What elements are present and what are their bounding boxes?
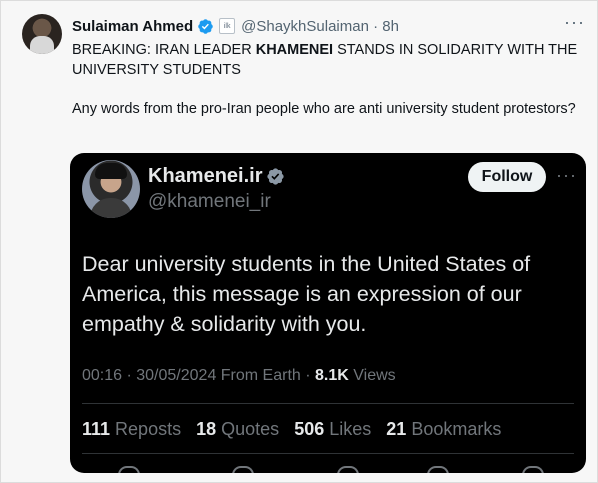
quote-author-name-row: Khamenei.ir (148, 165, 285, 188)
quote-verified-badge-icon (266, 167, 285, 186)
quote-meta: 00:16 · 30/05/2024 From Earth · 8.1K Vie… (82, 367, 396, 385)
stat-likes-label: Likes (324, 419, 372, 439)
stat-reposts[interactable]: 111 Reposts (82, 419, 181, 439)
stat-bookmarks-label: Bookmarks (406, 419, 502, 439)
quote-author-handle[interactable]: @khamenei_ir (148, 191, 271, 213)
quote-timestamp[interactable]: 00:16 · 30/05/2024 From Earth · (82, 367, 315, 384)
author-name[interactable]: Sulaiman Ahmed (72, 18, 193, 35)
stat-quotes[interactable]: 18 Quotes (196, 419, 279, 439)
tweet-text-prefix: BREAKING: IRAN LEADER (72, 42, 256, 58)
tweet-text-bold: KHAMENEI (255, 42, 334, 58)
author-handle-time[interactable]: @ShaykhSulaiman · 8h (241, 18, 399, 35)
stat-reposts-count: 111 (82, 419, 111, 439)
quote-author-name[interactable]: Khamenei.ir (148, 165, 262, 188)
quote-body-text: Dear university students in the United S… (82, 252, 531, 336)
meta-divider (82, 403, 574, 404)
share-icon[interactable] (522, 466, 544, 473)
quote-more-options-icon[interactable]: ··· (556, 166, 577, 184)
tweet-paragraph-2: Any words from the pro-Iran people who a… (72, 101, 576, 117)
reply-icon[interactable] (118, 466, 140, 473)
stat-reposts-label: Reposts (110, 419, 182, 439)
verified-badge-icon (197, 18, 214, 35)
views-label: Views (348, 367, 396, 384)
stat-likes-count: 506 (294, 419, 325, 439)
repost-icon[interactable] (232, 466, 254, 473)
quote-author-avatar[interactable] (82, 160, 140, 218)
stat-quotes-count: 18 (196, 419, 217, 439)
engagement-stats: 111 Reposts 18 Quotes 506 Likes 21 Bookm… (82, 419, 511, 440)
stat-bookmarks-count: 21 (386, 419, 407, 439)
stat-likes[interactable]: 506 Likes (294, 419, 371, 439)
more-options-icon[interactable]: ··· (564, 13, 585, 31)
stats-divider (82, 453, 574, 454)
tweet-header: Sulaiman Ahmed ilk @ShaykhSulaiman · 8h (72, 16, 578, 36)
affiliate-badge-icon[interactable]: ilk (219, 18, 236, 34)
views-count: 8.1K (315, 367, 349, 384)
stat-bookmarks[interactable]: 21 Bookmarks (386, 419, 501, 439)
bookmark-icon[interactable] (427, 466, 449, 473)
author-avatar[interactable] (22, 14, 62, 54)
quoted-tweet-card[interactable]: Khamenei.ir @khamenei_ir Follow ··· Dear… (70, 153, 586, 473)
like-icon[interactable] (337, 466, 359, 473)
quote-action-bar (82, 466, 574, 473)
stat-quotes-label: Quotes (216, 419, 280, 439)
follow-button[interactable]: Follow (468, 162, 546, 192)
tweet-paragraph-1: BREAKING: IRAN LEADER KHAMENEI STANDS IN… (72, 40, 582, 80)
tweet-text: BREAKING: IRAN LEADER KHAMENEI STANDS IN… (72, 40, 582, 119)
